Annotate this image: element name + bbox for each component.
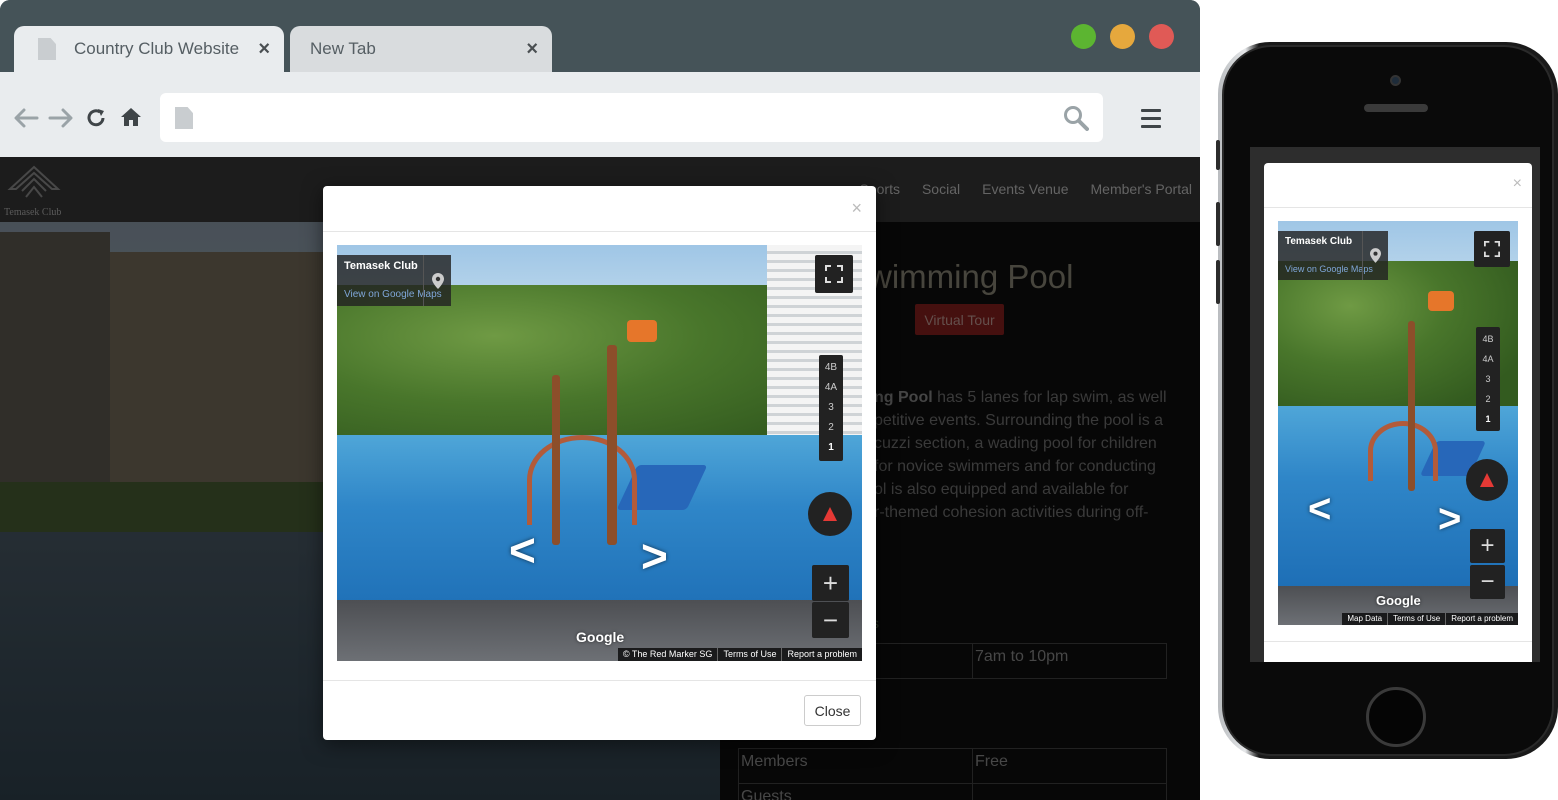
tab-bar: Country Club Website × New Tab × [0,0,1200,72]
floor-selector[interactable]: 4B 4A 3 2 1 [819,355,843,461]
menu-icon[interactable] [1141,109,1161,133]
tab-title: Country Club Website [74,39,240,58]
pan-left-arrow-icon[interactable]: < [1308,489,1331,529]
maximize-dot[interactable] [1071,24,1096,49]
zoom-out-button[interactable]: − [812,602,849,638]
zoom-out-button[interactable]: − [1470,565,1505,599]
virtual-tour-modal: × < > Temasek Club View on Google Maps 4… [323,186,876,740]
close-icon[interactable]: × [1513,175,1522,193]
fullscreen-icon[interactable] [1474,231,1510,267]
close-window-dot[interactable] [1149,24,1174,49]
browser-toolbar [0,72,1200,157]
close-button[interactable]: Close [804,695,861,726]
screenshot-stage: Country Club Website × New Tab × Temasek… [0,0,1558,800]
phone-speaker [1364,104,1428,112]
phone-screen: × < > Temasek Club View on Google Maps 4… [1250,147,1540,662]
address-bar[interactable] [160,93,1103,142]
floor-option[interactable]: 4B [1482,329,1493,349]
browser-window: Country Club Website × New Tab × Temasek… [0,0,1200,800]
floor-option[interactable]: 4A [825,378,837,398]
fullscreen-icon[interactable] [815,255,853,293]
zoom-in-button[interactable]: + [812,565,849,601]
place-name: Temasek Club [1285,236,1353,247]
forward-arrow-icon[interactable] [48,108,74,128]
copyright-text: © The Red Marker SG [622,649,713,659]
window-controls [1071,24,1174,49]
floor-option[interactable]: 4B [825,358,837,378]
back-arrow-icon[interactable] [13,108,39,128]
google-logo: Google [1376,593,1421,608]
street-view-panorama[interactable]: < > Temasek Club View on Google Maps 4B … [337,245,862,661]
attribution-bar: Map Data Terms of Use Report a problem [1342,613,1518,625]
phone-street-view-panorama[interactable]: < > Temasek Club View on Google Maps 4B … [1278,221,1518,625]
place-info-box: Temasek Club View on Google Maps [337,255,451,306]
map-pin-icon[interactable] [423,255,451,306]
floor-option-selected[interactable]: 1 [1485,409,1490,429]
place-name: Temasek Club [344,260,418,272]
zoom-in-button[interactable]: + [1470,529,1505,563]
terms-link[interactable]: Terms of Use [717,648,781,661]
floor-option[interactable]: 2 [828,418,834,438]
map-pin-icon[interactable] [1362,231,1388,280]
pan-right-arrow-icon[interactable]: > [641,533,668,579]
phone-body: × < > Temasek Club View on Google Maps 4… [1222,45,1554,756]
front-camera [1390,75,1401,86]
place-info-box: Temasek Club View on Google Maps [1278,231,1388,280]
floor-option[interactable]: 3 [1485,369,1490,389]
view-on-maps-link[interactable]: View on Google Maps [1285,264,1373,274]
reload-icon[interactable] [85,107,107,129]
compass-icon[interactable] [808,492,852,536]
floor-option[interactable]: 2 [1485,389,1490,409]
compass-icon[interactable] [1466,459,1508,501]
google-logo: Google [576,629,625,645]
phone-device: × < > Temasek Club View on Google Maps 4… [1216,42,1558,759]
report-problem-link[interactable]: Report a problem [1445,613,1518,625]
page-icon [38,38,56,60]
tab-close-icon[interactable]: × [258,38,270,61]
tab-new-tab[interactable]: New Tab × [290,26,552,72]
tab-country-club[interactable]: Country Club Website × [14,26,284,72]
page-icon [175,107,193,129]
home-icon[interactable] [119,106,143,128]
floor-selector[interactable]: 4B 4A 3 2 1 [1476,327,1500,431]
terms-link[interactable]: Terms of Use [1387,613,1445,625]
pan-right-arrow-icon[interactable]: > [1438,499,1461,539]
tab-title: New Tab [310,39,376,58]
phone-virtual-tour-modal: × < > Temasek Club View on Google Maps 4… [1264,163,1532,662]
tab-close-icon[interactable]: × [526,38,538,61]
map-data-link[interactable]: Map Data [1342,613,1387,625]
floor-option[interactable]: 3 [828,398,834,418]
pan-left-arrow-icon[interactable]: < [509,527,536,573]
close-icon[interactable]: × [851,198,862,219]
minimize-dot[interactable] [1110,24,1135,49]
attribution-bar: © The Red Marker SG Terms of Use Report … [617,648,862,661]
report-problem-link[interactable]: Report a problem [781,648,862,661]
home-button[interactable] [1366,687,1426,747]
floor-option[interactable]: 4A [1482,349,1493,369]
floor-option-selected[interactable]: 1 [828,438,834,458]
search-icon[interactable] [1063,105,1089,131]
